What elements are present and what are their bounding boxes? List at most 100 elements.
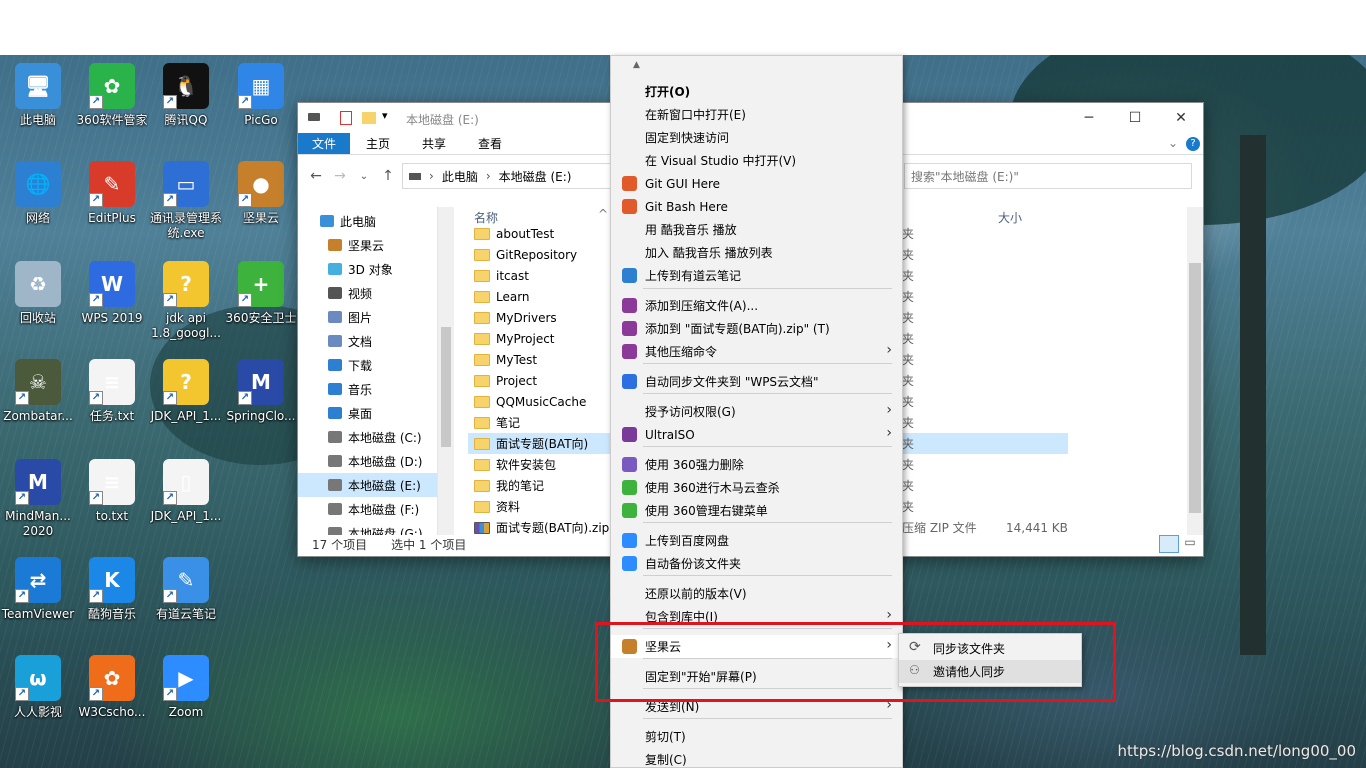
menu-item[interactable]: 添加到压缩文件(A)... bbox=[611, 294, 902, 317]
scrollbar-thumb[interactable] bbox=[1189, 263, 1201, 513]
menu-item[interactable]: 其他压缩命令 › bbox=[611, 340, 902, 363]
desktop-icon-label: 有道云笔记 bbox=[155, 607, 216, 621]
file-type: 夹 bbox=[902, 290, 915, 304]
menu-item[interactable]: Git Bash Here bbox=[611, 195, 902, 218]
recent-dropdown-icon[interactable]: ⌄ bbox=[352, 171, 376, 182]
desktop-icon[interactable]: ▦ ↗ PicGo bbox=[224, 63, 298, 128]
desktop-icon[interactable]: ● ↗ 坚果云 bbox=[224, 161, 298, 226]
maximize-button[interactable]: ☐ bbox=[1112, 103, 1158, 133]
nav-item[interactable]: 本地磁盘 (E:) bbox=[298, 473, 437, 497]
menu-item-label: 固定到快速访问 bbox=[645, 131, 730, 145]
desktop-icon[interactable]: ⇄ ↗ TeamViewer bbox=[1, 557, 75, 622]
app-icon: ▯ ↗ bbox=[163, 459, 209, 505]
properties-icon[interactable] bbox=[340, 111, 352, 125]
menu-item[interactable]: 使用 360进行木马云查杀 bbox=[611, 476, 902, 499]
up-icon[interactable]: ↑ bbox=[376, 168, 400, 184]
file-type: 夹 bbox=[902, 227, 915, 241]
menu-item[interactable]: 复制(C) bbox=[611, 748, 902, 767]
menu-item[interactable]: 还原以前的版本(V) bbox=[611, 582, 902, 605]
desktop-icon[interactable]: K ↗ 酷狗音乐 bbox=[75, 557, 149, 622]
desktop-icon[interactable]: ≡ ↗ to.txt bbox=[75, 459, 149, 524]
menu-item[interactable]: 授予访问权限(G) › bbox=[611, 400, 902, 423]
menu-item[interactable]: 使用 360强力删除 bbox=[611, 453, 902, 476]
file-scrollbar[interactable] bbox=[1187, 207, 1203, 535]
nav-item[interactable]: 3D 对象 bbox=[298, 257, 437, 281]
desktop-icon[interactable]: M ↗ MindMan... 2020 bbox=[1, 459, 75, 539]
breadcrumb-drive-e[interactable]: 本地磁盘 (E:) bbox=[499, 168, 572, 185]
menu-item[interactable]: 在 Visual Studio 中打开(V) bbox=[611, 149, 902, 172]
desktop-icon[interactable]: ♻ 回收站 bbox=[1, 261, 75, 326]
menu-item[interactable]: 打开(O) bbox=[611, 80, 902, 103]
nav-item[interactable]: 桌面 bbox=[298, 401, 437, 425]
desktop-icon-label: MindMan... 2020 bbox=[5, 509, 71, 538]
menu-item[interactable]: UltraISO › bbox=[611, 423, 902, 446]
tab-share[interactable]: 共享 bbox=[406, 133, 462, 154]
desktop-icon[interactable]: ▶ ↗ Zoom bbox=[149, 655, 223, 720]
help-icon[interactable]: ? bbox=[1186, 137, 1200, 151]
menu-item[interactable]: 用 酷我音乐 播放 bbox=[611, 218, 902, 241]
tab-view[interactable]: 查看 bbox=[462, 133, 518, 154]
expand-ribbon-icon[interactable]: ⌄ bbox=[1168, 136, 1178, 150]
desktop-icon[interactable]: ☠ ↗ Zombatar... bbox=[1, 359, 75, 424]
details-view-icon[interactable] bbox=[1159, 535, 1179, 553]
menu-item[interactable]: 加入 酷我音乐 播放列表 bbox=[611, 241, 902, 264]
menu-item[interactable]: 自动备份该文件夹 bbox=[611, 552, 902, 575]
tab-home[interactable]: 主页 bbox=[350, 133, 406, 154]
nav-item[interactable]: 本地磁盘 (F:) bbox=[298, 497, 437, 521]
menu-item[interactable]: 使用 360管理右键菜单 bbox=[611, 499, 902, 522]
desktop-icon[interactable]: 🐧 ↗ 腾讯QQ bbox=[149, 63, 223, 128]
nav-item[interactable]: 音乐 bbox=[298, 377, 437, 401]
menu-item[interactable]: 添加到 "面试专题(BAT向).zip" (T) bbox=[611, 317, 902, 340]
close-button[interactable]: ✕ bbox=[1158, 103, 1204, 133]
shortcut-arrow-icon: ↗ bbox=[89, 95, 103, 109]
large-icons-view-icon[interactable]: ▭ bbox=[1181, 535, 1199, 553]
nav-item[interactable]: 此电脑 bbox=[298, 209, 437, 233]
desktop-icon[interactable]: ≡ ↗ 任务.txt bbox=[75, 359, 149, 424]
nav-scrollbar[interactable] bbox=[438, 207, 454, 535]
desktop-icon[interactable]: ✎ ↗ EditPlus bbox=[75, 161, 149, 226]
desktop-icon[interactable]: ✎ ↗ 有道云笔记 bbox=[149, 557, 223, 622]
icon-glyph: ☠ bbox=[29, 369, 47, 394]
nav-item[interactable]: 本地磁盘 (D:) bbox=[298, 449, 437, 473]
menu-item[interactable]: 上传到百度网盘 bbox=[611, 529, 902, 552]
menu-item[interactable]: 自动同步文件夹到 "WPS云文档" bbox=[611, 370, 902, 393]
tab-file[interactable]: 文件 bbox=[298, 133, 351, 154]
shortcut-arrow-icon: ↗ bbox=[163, 589, 177, 603]
highlight-annotation-box bbox=[595, 622, 1116, 702]
scroll-up-icon[interactable]: ▲ bbox=[633, 60, 640, 70]
desktop-icon[interactable]: ? ↗ jdk api 1.8_googl... bbox=[149, 261, 223, 341]
menu-item[interactable]: Git GUI Here bbox=[611, 172, 902, 195]
nav-item[interactable]: 文档 bbox=[298, 329, 437, 353]
customize-toolbar-icon[interactable]: ▾ bbox=[382, 109, 388, 122]
menu-item[interactable]: 固定到快速访问 bbox=[611, 126, 902, 149]
search-input[interactable]: 搜索"本地磁盘 (E:)" bbox=[904, 163, 1192, 189]
desktop-icon[interactable]: ▭ ↗ 通讯录管理系统.exe bbox=[149, 161, 223, 241]
scrollbar-thumb[interactable] bbox=[441, 327, 451, 447]
back-icon[interactable]: ← bbox=[304, 168, 328, 184]
desktop-icon[interactable]: 🖥 此电脑 bbox=[1, 63, 75, 128]
nav-item[interactable]: 下载 bbox=[298, 353, 437, 377]
desktop-icon[interactable]: ? ↗ JDK_API_1... bbox=[149, 359, 223, 424]
forward-icon[interactable]: → bbox=[328, 168, 352, 184]
breadcrumb-this-pc[interactable]: 此电脑 bbox=[442, 168, 478, 185]
menu-item[interactable]: 在新窗口中打开(E) bbox=[611, 103, 902, 126]
nav-item[interactable]: 图片 bbox=[298, 305, 437, 329]
desktop-icon[interactable]: ✿ ↗ W3Cscho... bbox=[75, 655, 149, 720]
new-folder-icon[interactable] bbox=[362, 112, 376, 124]
desktop-icon[interactable]: ✿ ↗ 360软件管家 bbox=[75, 63, 149, 128]
desktop-icon[interactable]: M ↗ SpringClo... bbox=[224, 359, 298, 424]
nav-item[interactable]: 视频 bbox=[298, 281, 437, 305]
desktop-icon[interactable]: W ↗ WPS 2019 bbox=[75, 261, 149, 326]
icon-glyph: ✎ bbox=[103, 171, 121, 196]
menu-item[interactable]: 上传到有道云笔记 bbox=[611, 264, 902, 287]
menu-item[interactable]: 剪切(T) bbox=[611, 725, 902, 748]
nav-item[interactable]: 本地磁盘 (C:) bbox=[298, 425, 437, 449]
desktop-icon[interactable]: ▯ ↗ JDK_API_1... bbox=[149, 459, 223, 524]
nav-item[interactable]: 坚果云 bbox=[298, 233, 437, 257]
minimize-button[interactable]: ─ bbox=[1066, 103, 1112, 133]
shortcut-arrow-icon: ↗ bbox=[15, 687, 29, 701]
desktop-icon[interactable]: 🌐 网络 bbox=[1, 161, 75, 226]
desktop-icon[interactable]: ω ↗ 人人影视 bbox=[1, 655, 75, 720]
menu-separator bbox=[643, 363, 892, 364]
desktop-icon[interactable]: + ↗ 360安全卫士 bbox=[224, 261, 298, 326]
